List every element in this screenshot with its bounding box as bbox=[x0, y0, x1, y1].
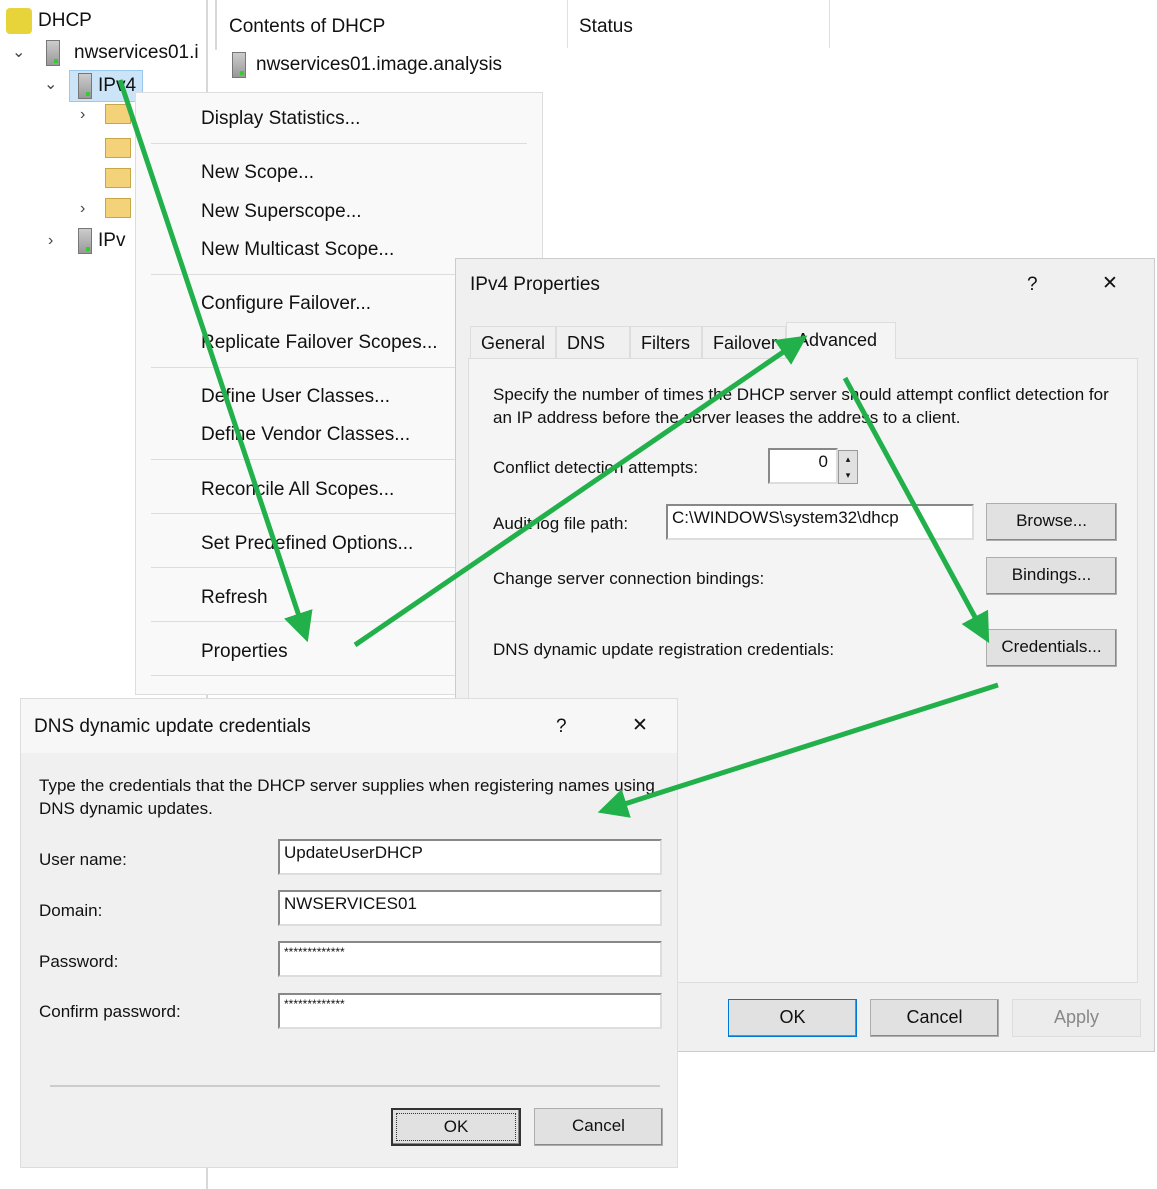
arrow bbox=[117, 79, 313, 643]
arrow bbox=[597, 682, 999, 818]
arrow bbox=[353, 335, 808, 648]
annotation-arrows bbox=[117, 79, 999, 818]
arrow bbox=[842, 376, 990, 644]
